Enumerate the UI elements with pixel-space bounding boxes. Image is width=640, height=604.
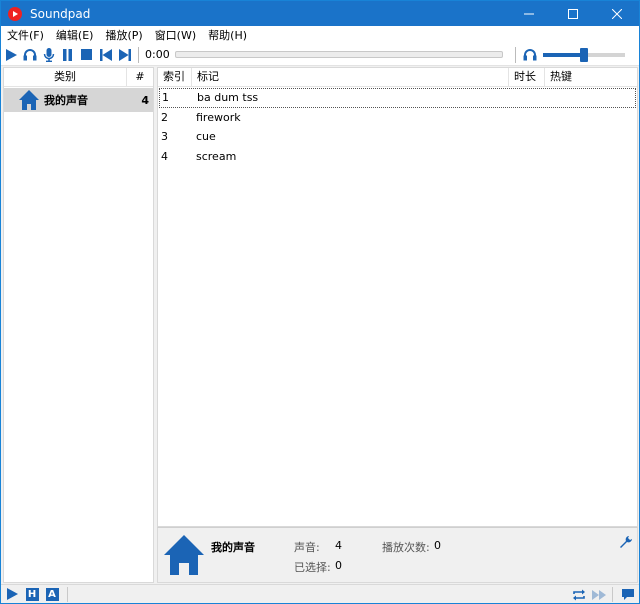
- microphone-play-button[interactable]: [39, 45, 58, 65]
- sound-list-panel: 索引 标记 时长 热键 1 ba dum tss 2 firework 3 cu…: [157, 67, 638, 527]
- status-play-button[interactable]: [3, 585, 21, 603]
- pause-button[interactable]: [58, 45, 77, 65]
- category-panel: 类别 # 我的声音 4: [3, 67, 154, 583]
- soundpad-window: Soundpad 文件(F) 编辑(E) 播放(P) 窗口(W) 帮助(H) 0…: [0, 0, 640, 604]
- microphone-icon: [43, 47, 54, 62]
- menu-help[interactable]: 帮助(H): [202, 27, 253, 43]
- wrench-icon[interactable]: [619, 535, 633, 549]
- count-column-header[interactable]: #: [127, 68, 153, 86]
- sound-row[interactable]: 3 cue: [158, 127, 637, 147]
- category-header: 类别 #: [4, 68, 153, 87]
- info-selected-value: 0: [335, 559, 342, 572]
- pause-icon: [63, 48, 72, 61]
- close-button[interactable]: [595, 1, 639, 26]
- next-button[interactable]: [115, 45, 134, 65]
- toolbar-separator: [138, 46, 139, 63]
- previous-button[interactable]: [96, 45, 115, 65]
- sound-index: 2: [161, 110, 168, 124]
- index-column-header[interactable]: 索引: [158, 68, 192, 86]
- category-info-panel: 我的声音 声音: 4 播放次数: 0 已选择: 0: [157, 527, 638, 583]
- info-selected-label: 已选择:: [294, 561, 331, 574]
- info-category-name: 我的声音: [211, 541, 255, 554]
- maximize-icon: [568, 8, 578, 19]
- sound-tag: firework: [196, 110, 241, 124]
- sound-tag: scream: [196, 149, 237, 163]
- status-bar: H A: [1, 584, 639, 603]
- title-bar[interactable]: Soundpad: [1, 1, 639, 26]
- maximize-button[interactable]: [551, 1, 595, 26]
- toolbar: 0:00: [1, 44, 639, 66]
- category-item-my-sounds[interactable]: 我的声音 4: [4, 88, 153, 112]
- sound-index: 3: [161, 130, 168, 144]
- menu-bar: 文件(F) 编辑(E) 播放(P) 窗口(W) 帮助(H): [1, 26, 639, 44]
- info-sounds-label: 声音:: [294, 541, 320, 554]
- toolbar-separator: [515, 46, 516, 63]
- playback-time: 0:00: [145, 48, 170, 61]
- category-label: 我的声音: [44, 94, 88, 107]
- play-icon: [6, 588, 18, 600]
- headphones-play-button[interactable]: [20, 45, 39, 65]
- play-next-button[interactable]: [590, 586, 608, 604]
- category-count: 4: [141, 93, 149, 107]
- playback-progress-bar[interactable]: [175, 51, 503, 58]
- volume-headphones-button[interactable]: [520, 45, 539, 65]
- auto-label: A: [45, 587, 59, 601]
- info-plays-label: 播放次数:: [382, 541, 430, 554]
- repeat-button[interactable]: [570, 586, 588, 604]
- skip-previous-icon: [99, 48, 112, 61]
- sound-list-header: 索引 标记 时长 热键: [158, 68, 637, 87]
- hotkey-column-header[interactable]: 热键: [545, 68, 637, 86]
- repeat-icon: [573, 589, 585, 600]
- headphones-icon: [23, 49, 36, 61]
- home-icon: [19, 90, 39, 110]
- sound-tag: cue: [196, 130, 216, 144]
- play-button[interactable]: [1, 45, 20, 65]
- category-column-header[interactable]: 类别: [4, 68, 127, 86]
- info-sounds-value: 4: [335, 539, 342, 552]
- fast-forward-icon: [592, 589, 606, 600]
- volume-slider-track: [584, 52, 625, 57]
- volume-slider-fill: [543, 52, 584, 57]
- app-logo-icon: [8, 6, 22, 21]
- chat-bubble-icon: [622, 589, 634, 600]
- menu-play[interactable]: 播放(P): [99, 27, 148, 43]
- sound-tag: ba dum tss: [197, 91, 259, 105]
- sound-index: 4: [161, 149, 168, 163]
- menu-edit[interactable]: 编辑(E): [50, 27, 100, 43]
- sound-row[interactable]: 1 ba dum tss: [159, 88, 636, 108]
- volume-slider-thumb[interactable]: [580, 47, 588, 62]
- info-plays-value: 0: [434, 539, 441, 552]
- duration-column-header[interactable]: 时长: [509, 68, 545, 86]
- minimize-icon: [524, 13, 534, 14]
- skip-next-icon: [118, 48, 131, 61]
- home-icon: [164, 535, 204, 575]
- volume-slider[interactable]: [543, 45, 625, 65]
- sound-index: 1: [162, 91, 169, 105]
- headphones-icon: [523, 49, 536, 61]
- status-separator: [612, 587, 613, 602]
- status-separator: [67, 586, 68, 602]
- tag-column-header[interactable]: 标记: [192, 68, 509, 86]
- menu-file[interactable]: 文件(F): [1, 27, 50, 43]
- minimize-button[interactable]: [507, 1, 551, 26]
- auto-toggle-button[interactable]: A: [43, 585, 61, 603]
- hotkeys-label: H: [25, 587, 39, 601]
- feedback-button[interactable]: [619, 586, 637, 604]
- sound-row[interactable]: 4 scream: [158, 147, 637, 167]
- stop-icon: [81, 49, 92, 60]
- hotkeys-toggle-button[interactable]: H: [23, 585, 41, 603]
- close-icon: [612, 8, 622, 19]
- stop-button[interactable]: [77, 45, 96, 65]
- play-icon: [5, 48, 17, 61]
- sound-row[interactable]: 2 firework: [158, 108, 637, 128]
- window-title: Soundpad: [30, 6, 91, 21]
- menu-window[interactable]: 窗口(W): [149, 27, 202, 43]
